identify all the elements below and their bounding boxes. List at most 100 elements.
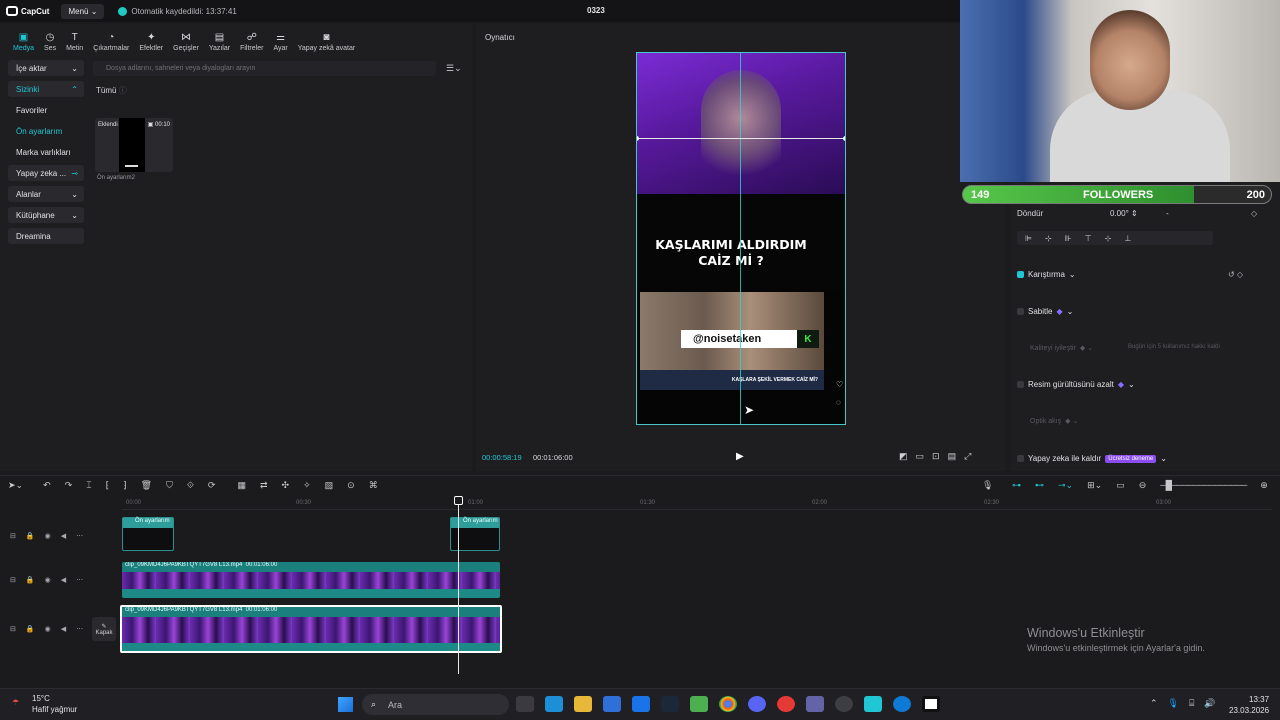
sidebar-item-spaces[interactable]: Alanlar ⌄ [8,186,84,202]
align-right-icon[interactable]: ⊪ [1065,234,1072,243]
align-top-icon[interactable]: ⊤ [1085,234,1092,243]
filter-all[interactable]: Tümü ⓘ [96,85,127,96]
align-center-icon[interactable]: ⊹ [1045,234,1052,243]
auto-reframe-icon[interactable]: ✣ [282,480,290,491]
task-view-icon[interactable] [516,696,534,712]
file-explorer-icon[interactable] [574,696,592,712]
time-ruler[interactable]: 00:00 00:30 01:00 01:30 02:00 02:30 03:0… [122,498,1272,510]
tab-text[interactable]: T Metin [61,26,88,53]
blend-checkbox[interactable] [1017,271,1024,278]
preview-axis-icon[interactable]: ⊸⌄ [1058,480,1073,491]
obs-icon[interactable] [835,696,853,712]
split-left-icon[interactable]: ⁅ [106,480,110,491]
edge-icon[interactable] [893,696,911,712]
link-icon[interactable]: ⊶ [1012,480,1021,491]
lock-icon[interactable]: 🔒 [26,625,35,633]
record-icon[interactable]: ⊙ [347,480,355,491]
overlay-clip[interactable]: Ön ayarlarım [122,517,174,551]
eye-icon[interactable]: ◉ [45,576,51,584]
minecraft-icon[interactable] [690,696,708,712]
align-bottom-icon[interactable]: ⊥ [1124,234,1131,243]
sidebar-item-dreamina[interactable]: Dreamina [8,228,84,244]
playhead-handle[interactable] [454,496,463,505]
sidebar-item-library[interactable]: Kütüphane ⌄ [8,207,84,223]
eye-icon[interactable]: ◉ [45,532,51,540]
redo-icon[interactable]: ↷ [65,480,73,491]
capcut-taskbar-icon[interactable] [922,696,940,712]
weather-widget[interactable]: ☂ 15°C Hafif yağmur [12,693,77,715]
more-icon[interactable]: ⋯ [76,576,83,584]
youtube-music-icon[interactable] [777,696,795,712]
more-icon[interactable]: ⋯ [76,625,83,633]
eye-icon[interactable]: ◉ [45,625,51,633]
reset-icon[interactable]: ↺ ◇ [1228,270,1243,279]
teams-icon[interactable] [806,696,824,712]
magic-icon[interactable]: ✧ [303,480,311,491]
chevron-up-icon[interactable]: ⌃ [1150,698,1158,709]
media-search-input[interactable]: Dosya adlarını, sahneleri veya diyalogla… [93,61,436,76]
crop-icon[interactable]: ◩ [899,451,908,462]
stabilize-row[interactable]: Sabitle ◆ ⌄ [1017,307,1073,316]
media-thumbnail[interactable]: Eklendi ▣ 00:10 [95,118,173,172]
sidebar-item-brand-assets[interactable]: Marka varlıkları [8,144,84,160]
tab-effects[interactable]: ✦ Efektler [134,26,168,53]
video-clip-upper[interactable]: clip_09KMD4J6PA9KBTQYT7GV8 L13.mp4 00:01… [122,562,500,598]
select-tool-icon[interactable]: ➤⌄ [8,480,23,491]
stepper-icon[interactable]: ⇕ [1131,209,1138,218]
speaker-icon[interactable]: ◀ [61,532,66,540]
discord-icon[interactable] [748,696,766,712]
clock[interactable]: 13:37 23.03.2026 [1229,694,1269,716]
speaker-icon[interactable]: ◀ [61,625,66,633]
speed-icon[interactable]: ⟳ [208,480,216,491]
snapshot-icon[interactable]: ⊡ [932,451,940,462]
split-icon[interactable]: ⌶ [86,480,91,491]
split-right-icon[interactable]: ⁆ [123,480,127,491]
sort-filter-icon[interactable]: ☰⌄ [446,63,462,74]
microphone-tray-icon[interactable]: 🎙 [1168,698,1179,709]
tab-stickers[interactable]: ◔ Çıkartmalar [88,26,134,53]
app-icon[interactable] [864,696,882,712]
zoom-out-icon[interactable]: ⊖ [1139,480,1147,491]
denoise-row[interactable]: Resim gürültüsünü azalt ◆ ⌄ [1017,380,1135,389]
tab-ai-avatar[interactable]: ◙ Yapay zekâ avatar [293,26,360,53]
tab-captions[interactable]: ▤ Yazılar [204,26,235,53]
playhead[interactable] [458,498,459,674]
ai-remove-checkbox[interactable] [1017,455,1024,462]
align-left-icon[interactable]: ⊫ [1025,234,1032,243]
zoom-slider[interactable]: ─█────────────── [1160,480,1247,491]
windows-start-icon[interactable] [338,697,353,712]
fullscreen-icon[interactable]: ⤢ [964,451,971,462]
rotate-input[interactable]: 0.00° ⇕ - [1110,209,1169,218]
menu-button[interactable]: Menü ⌄ [61,3,105,19]
sidebar-item-ai[interactable]: Yapay zeka ... ⊸ [8,165,84,181]
freeze-icon[interactable]: ▦ [237,480,246,491]
align-middle-icon[interactable]: ⊹ [1105,234,1112,243]
snap-icon[interactable]: ⊷ [1035,480,1044,491]
microphone-icon[interactable]: 🎙 [982,480,993,491]
zoom-fit-icon[interactable]: ⊞⌄ [1087,480,1102,491]
mask-icon[interactable]: ▧ [325,480,334,491]
keyframe-icon[interactable]: ◇ [1251,209,1257,218]
sidebar-item-presets[interactable]: Ön ayarlarım [8,123,84,139]
volume-icon[interactable]: 🔊 [1204,698,1215,709]
more-tools-icon[interactable]: ⌘ [369,480,378,491]
cover-button[interactable]: ✎ Kapak [92,617,116,641]
sidebar-item-import[interactable]: İçe aktar ⌄ [8,60,84,76]
lock-icon[interactable]: 🔒 [26,576,35,584]
desktop-icon[interactable] [545,696,563,712]
tab-media[interactable]: ▣ Medya [8,26,39,53]
stabilize-checkbox[interactable] [1017,308,1024,315]
taskbar-search[interactable]: ⌕ Ara [362,694,509,715]
blend-row[interactable]: Karıştırma ⌄ [1017,270,1076,279]
tab-transitions[interactable]: ⋈ Geçişler [168,26,204,53]
denoise-checkbox[interactable] [1017,381,1024,388]
tab-filters[interactable]: ☍ Filtreler [235,26,268,53]
marker-icon[interactable]: ⛉ [166,480,173,491]
caption-icon[interactable]: ▭ [1116,480,1125,491]
zoom-in-icon[interactable]: ⊕ [1260,480,1268,491]
delete-icon[interactable]: 🗑 [141,480,152,491]
reverse-icon[interactable]: ⇄ [260,480,268,491]
more-icon[interactable]: ⋯ [76,532,83,540]
chrome-icon[interactable] [719,696,737,712]
network-icon[interactable]: ⌸ [1189,698,1194,709]
